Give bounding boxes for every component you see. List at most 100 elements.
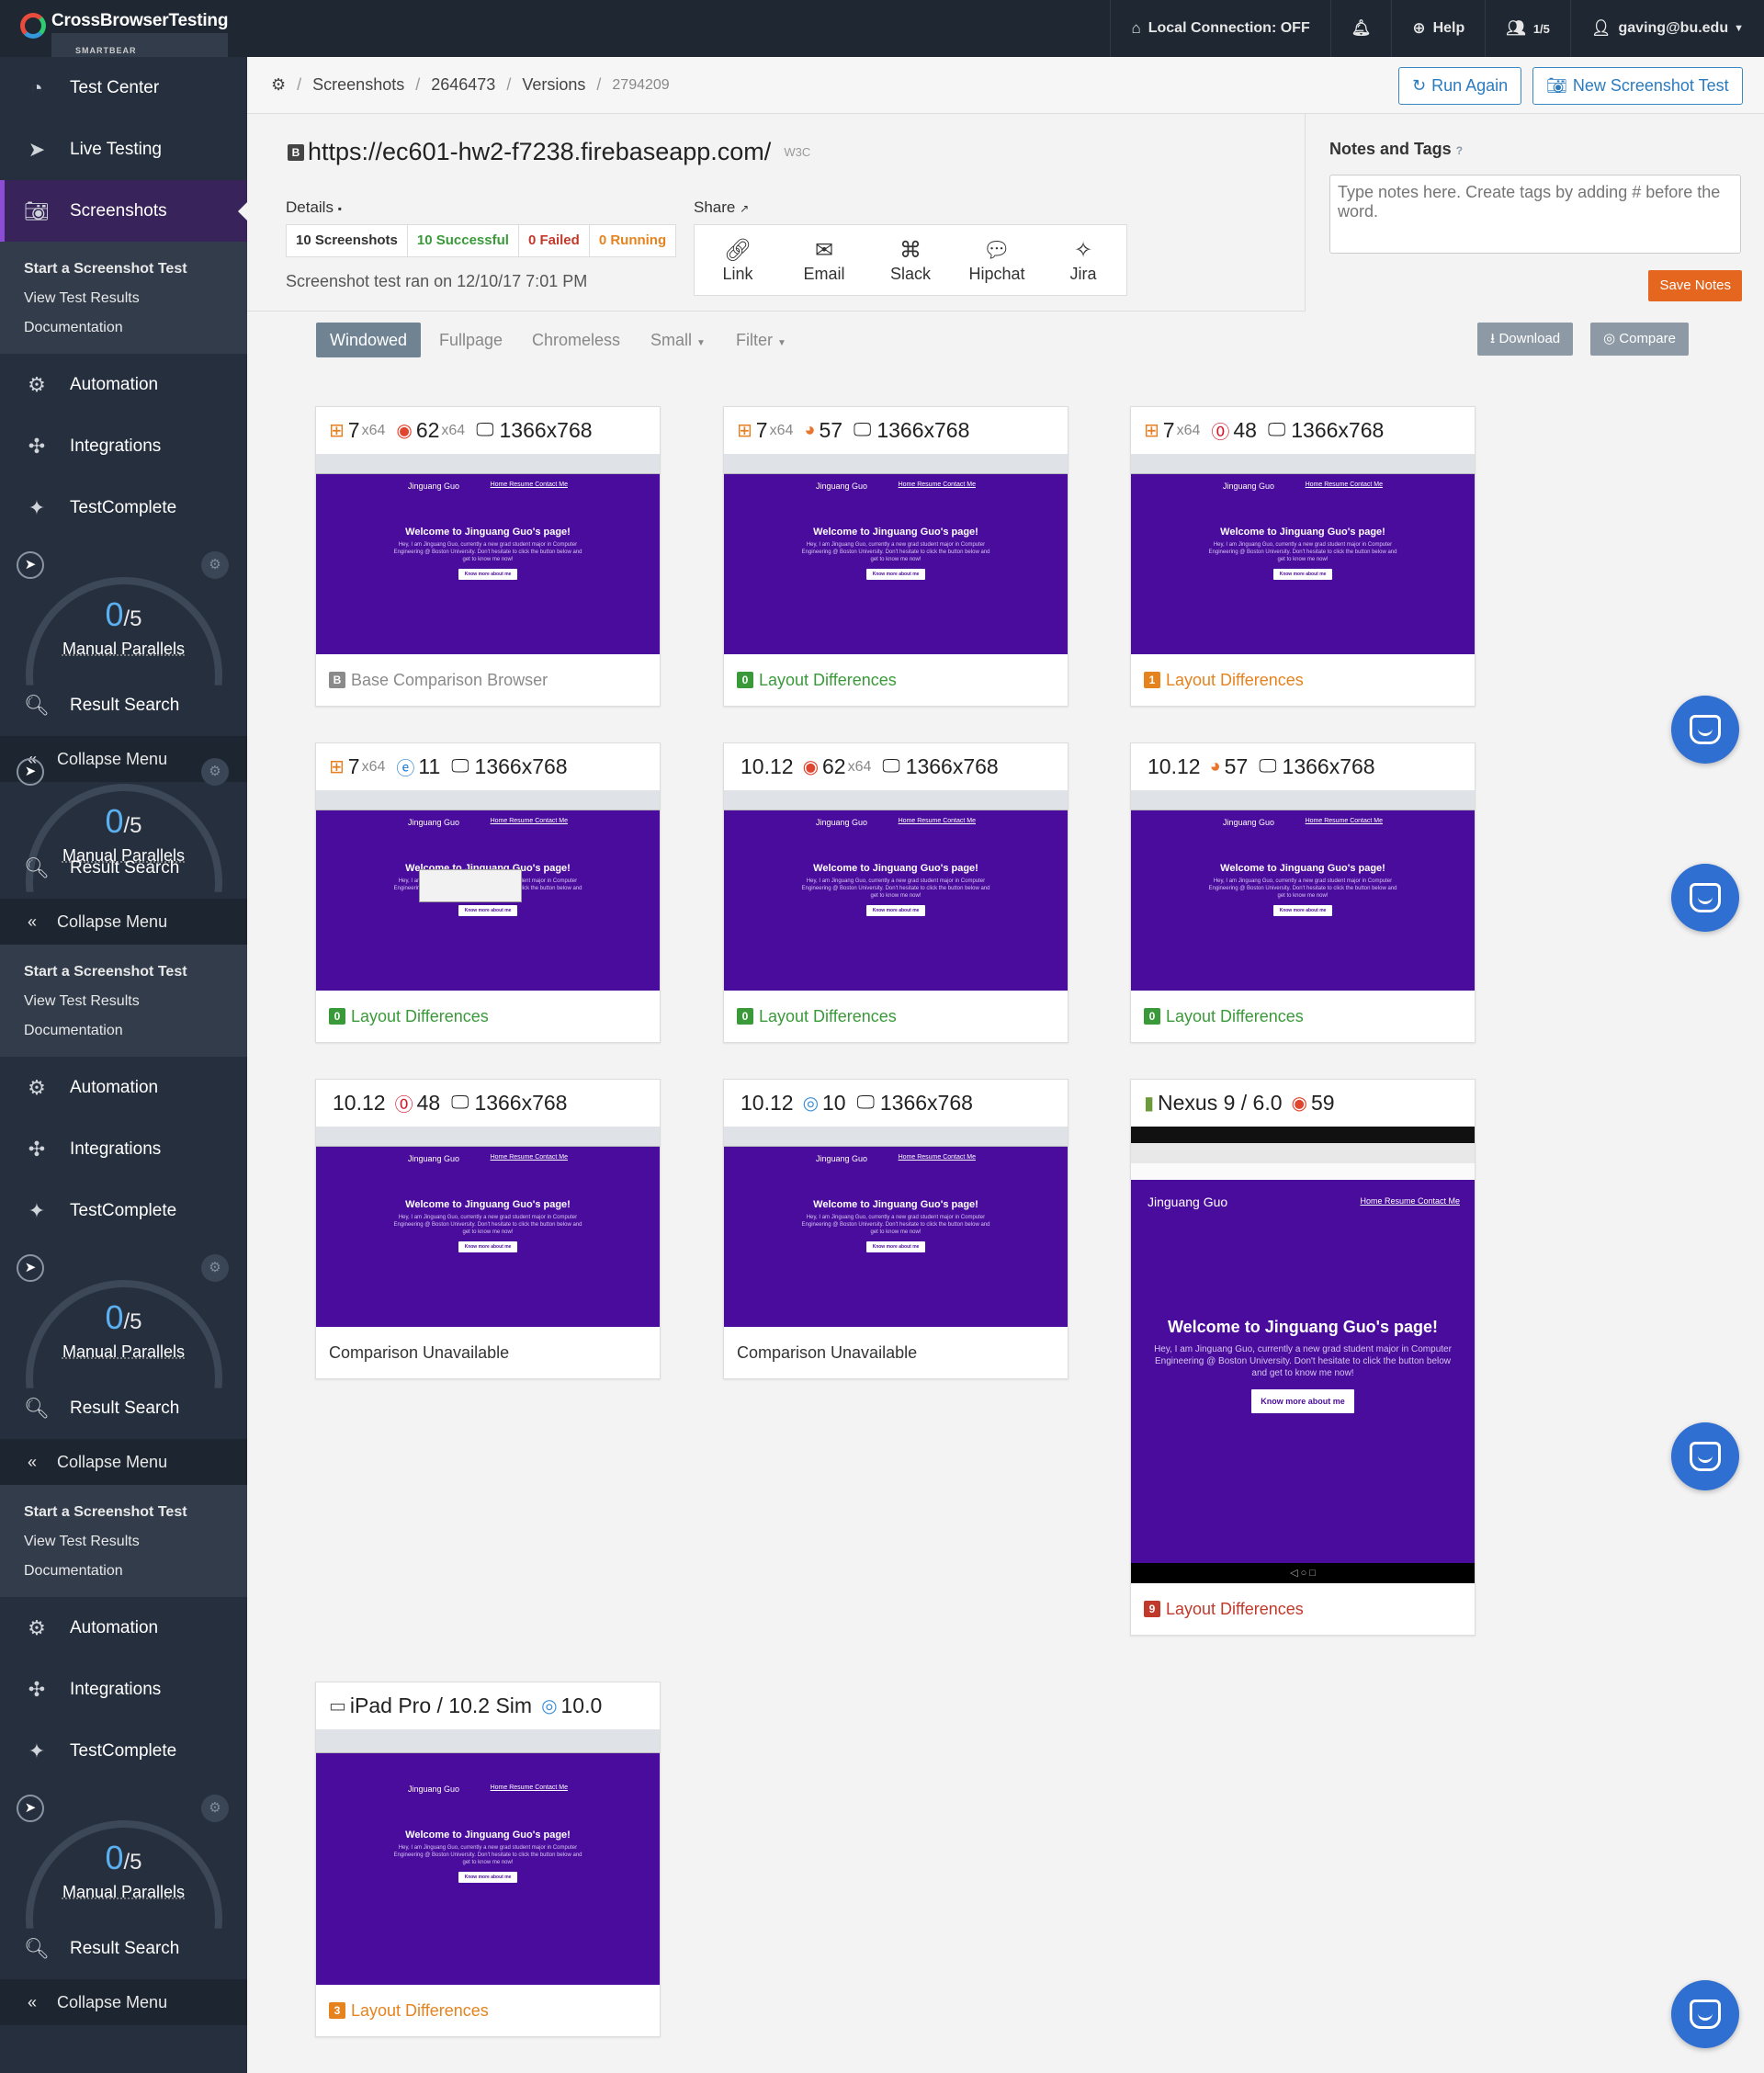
cursor-icon[interactable]: ➤: [17, 1795, 44, 1822]
screenshot-card[interactable]: ⊞ 7 x64 ◉ 62 x64 🖵︎ 1366x768 Jinguang Guo Home …: [315, 406, 661, 707]
share-jira-button[interactable]: ✧ Jira: [1040, 225, 1126, 295]
w3c-link[interactable]: W3C: [784, 145, 810, 159]
view-test-results-link[interactable]: View Test Results: [24, 284, 247, 313]
nav-testcomplete[interactable]: ✦ TestComplete: [0, 477, 247, 538]
parallels-indicator[interactable]: 👥︎ 1/5: [1485, 0, 1570, 57]
start-screenshot-test-link[interactable]: Start a Screenshot Test: [24, 1498, 247, 1527]
gears-icon[interactable]: ⚙︎: [201, 1254, 229, 1282]
collapse-menu-button[interactable]: « Collapse Menu: [0, 899, 247, 945]
breadcrumb-test-id[interactable]: 2646473: [431, 75, 495, 95]
documentation-link[interactable]: Documentation: [24, 1016, 247, 1046]
filter-dropdown[interactable]: Filter ▼: [736, 323, 786, 357]
start-screenshot-test-link[interactable]: Start a Screenshot Test: [24, 957, 247, 987]
nav-result-search[interactable]: 🔍︎ Result Search: [0, 1377, 247, 1439]
nav-integrations[interactable]: ✣ Integrations: [0, 415, 247, 477]
new-screenshot-test-button[interactable]: 📷︎ New Screenshot Test: [1532, 67, 1743, 105]
nav-automation[interactable]: ⚙︎ Automation: [0, 1597, 247, 1659]
nav-testcomplete[interactable]: ✦ TestComplete: [0, 1720, 247, 1782]
documentation-link[interactable]: Documentation: [24, 1557, 247, 1586]
chat-widget-button[interactable]: [1671, 696, 1739, 764]
nav-integrations[interactable]: ✣ Integrations: [0, 1659, 247, 1720]
user-menu[interactable]: 👤︎ gaving@bu.edu ▼: [1569, 0, 1764, 57]
comparison-status[interactable]: Layout Differences: [1166, 671, 1304, 690]
screenshot-card[interactable]: ⊞ 7 x64 ◕ 57 🖵︎ 1366x768 Jinguang Guo Home Res…: [723, 406, 1069, 707]
cursor-icon[interactable]: ➤: [17, 758, 44, 786]
screenshot-card[interactable]: ▮ Nexus 9 / 6.0 ◉ 59 Jinguang Guo Home Resu…: [1130, 1079, 1476, 1636]
nav-integrations[interactable]: ✣ Integrations: [0, 1118, 247, 1180]
share-email-button[interactable]: ✉︎ Email: [781, 225, 867, 295]
count-running[interactable]: 0 Running: [590, 225, 675, 256]
comparison-status[interactable]: Layout Differences: [351, 1007, 489, 1026]
chat-widget-button[interactable]: [1671, 1980, 1739, 2048]
screenshot-thumbnail[interactable]: Jinguang Guo Home Resume Contact Me Welc…: [1131, 1127, 1475, 1583]
compare-button[interactable]: ◎ Compare: [1590, 323, 1689, 356]
nav-live-testing[interactable]: ➤ Live Testing: [0, 119, 247, 180]
view-test-results-link[interactable]: View Test Results: [24, 987, 247, 1016]
nav-test-center[interactable]: ◔ Test Center: [0, 57, 247, 119]
chat-widget-button[interactable]: [1671, 1422, 1739, 1490]
home-gear-icon[interactable]: ⚙︎: [271, 75, 286, 95]
cursor-icon[interactable]: ➤: [17, 1254, 44, 1282]
collapse-menu-button[interactable]: « Collapse Menu: [0, 1979, 247, 2025]
size-dropdown[interactable]: Small ▼: [650, 323, 706, 357]
screenshot-thumbnail[interactable]: Jinguang Guo Home Resume Contact Me Welc…: [316, 1127, 660, 1327]
collapse-menu-button[interactable]: « Collapse Menu: [0, 1439, 247, 1485]
screenshot-card[interactable]: 10.12 ⓪ 48 🖵︎ 1366x768 Jinguang Guo Home Res…: [315, 1079, 661, 1379]
screenshot-thumbnail[interactable]: Jinguang Guo Home Resume Contact Me Welc…: [724, 454, 1068, 654]
count-successful[interactable]: 10 Successful: [408, 225, 519, 256]
screenshot-thumbnail[interactable]: Jinguang Guo Home Resume Contact Me Welc…: [1131, 790, 1475, 991]
start-screenshot-test-link[interactable]: Start a Screenshot Test: [24, 255, 247, 284]
breadcrumb-versions[interactable]: Versions: [522, 75, 585, 95]
local-connection-toggle[interactable]: ⌂ Local Connection: OFF: [1110, 0, 1329, 57]
share-hipchat-button[interactable]: 💬︎ Hipchat: [954, 225, 1040, 295]
screenshot-thumbnail[interactable]: Jinguang Guo Home Resume Contact Me Welc…: [316, 790, 660, 991]
breadcrumb-screenshots[interactable]: Screenshots: [312, 75, 404, 95]
run-again-button[interactable]: ↻ Run Again: [1398, 67, 1522, 105]
nav-screenshots[interactable]: 📷︎ Screenshots: [0, 180, 247, 242]
share-link-button[interactable]: 🔗︎ Link: [695, 225, 781, 295]
nav-result-search[interactable]: 🔍︎ Result Search: [0, 837, 247, 899]
nav-result-search[interactable]: 🔍︎ Result Search: [0, 674, 247, 736]
screenshot-thumbnail[interactable]: Jinguang Guo Home Resume Contact Me Welc…: [1131, 454, 1475, 654]
chat-widget-button[interactable]: [1671, 864, 1739, 932]
screenshot-thumbnail[interactable]: Jinguang Guo Home Resume Contact Me Welc…: [724, 1127, 1068, 1327]
screenshot-thumbnail[interactable]: Jinguang Guo Home Resume Contact Me Welc…: [316, 454, 660, 654]
comparison-status[interactable]: Layout Differences: [759, 1007, 897, 1026]
share-slack-button[interactable]: ⌘ Slack: [867, 225, 954, 295]
documentation-link[interactable]: Documentation: [24, 313, 247, 343]
tested-url[interactable]: https://ec601-hw2-f7238.firebaseapp.com/: [308, 138, 771, 166]
tab-fullpage[interactable]: Fullpage: [439, 323, 503, 357]
screenshot-card[interactable]: 10.12 ◎ 10 🖵︎ 1366x768 Jinguang Guo Home Res…: [723, 1079, 1069, 1379]
nav-automation[interactable]: ⚙︎ Automation: [0, 1057, 247, 1118]
screenshot-thumbnail[interactable]: Jinguang Guo Home Resume Contact Me Welc…: [724, 790, 1068, 991]
gears-icon[interactable]: ⚙︎: [201, 551, 229, 579]
screenshot-card[interactable]: ⊞ 7 x64 ⓪ 48 🖵︎ 1366x768 Jinguang Guo Home Res…: [1130, 406, 1476, 707]
download-button[interactable]: ⭳ Download: [1477, 323, 1574, 356]
tab-chromeless[interactable]: Chromeless: [532, 323, 620, 357]
cursor-icon[interactable]: ➤: [17, 551, 44, 579]
comparison-status[interactable]: Layout Differences: [1166, 1600, 1304, 1619]
tab-windowed[interactable]: Windowed: [316, 323, 422, 357]
help-button[interactable]: ⊕ Help: [1391, 0, 1485, 57]
screenshot-card[interactable]: 10.12 ◉ 62 x64 🖵︎ 1366x768 Jinguang Guo Home …: [723, 742, 1069, 1043]
gears-icon[interactable]: ⚙︎: [201, 1795, 229, 1822]
screenshot-thumbnail[interactable]: Jinguang Guo Home Resume Contact Me Welc…: [316, 1729, 660, 1985]
screenshot-card[interactable]: 10.12 ◕ 57 🖵︎ 1366x768 Jinguang Guo Home Res…: [1130, 742, 1476, 1043]
comparison-status[interactable]: Layout Differences: [351, 2001, 489, 2021]
save-notes-button[interactable]: Save Notes: [1648, 270, 1742, 301]
notifications-button[interactable]: 🔔︎: [1329, 0, 1392, 57]
nav-automation[interactable]: ⚙︎ Automation: [0, 354, 247, 415]
comparison-status[interactable]: Layout Differences: [759, 671, 897, 690]
count-failed[interactable]: 0 Failed: [519, 225, 590, 256]
screenshot-card[interactable]: ▭ iPad Pro / 10.2 Sim ◎ 10.0 Jinguang Guo H…: [315, 1682, 661, 2037]
help-circle-icon[interactable]: ?: [1456, 144, 1463, 157]
chrome-icon: ◉: [802, 757, 820, 777]
comparison-status[interactable]: Layout Differences: [1166, 1007, 1304, 1026]
notes-input[interactable]: [1329, 175, 1741, 254]
nav-result-search[interactable]: 🔍︎ Result Search: [0, 1918, 247, 1979]
view-test-results-link[interactable]: View Test Results: [24, 1527, 247, 1557]
nav-testcomplete[interactable]: ✦ TestComplete: [0, 1180, 247, 1241]
screenshot-card[interactable]: ⊞ 7 x64 ⓔ 11 🖵︎ 1366x768 Jinguang Guo Home Res…: [315, 742, 661, 1043]
gears-icon[interactable]: ⚙︎: [201, 758, 229, 786]
info-icon[interactable]: ▪: [338, 202, 342, 215]
